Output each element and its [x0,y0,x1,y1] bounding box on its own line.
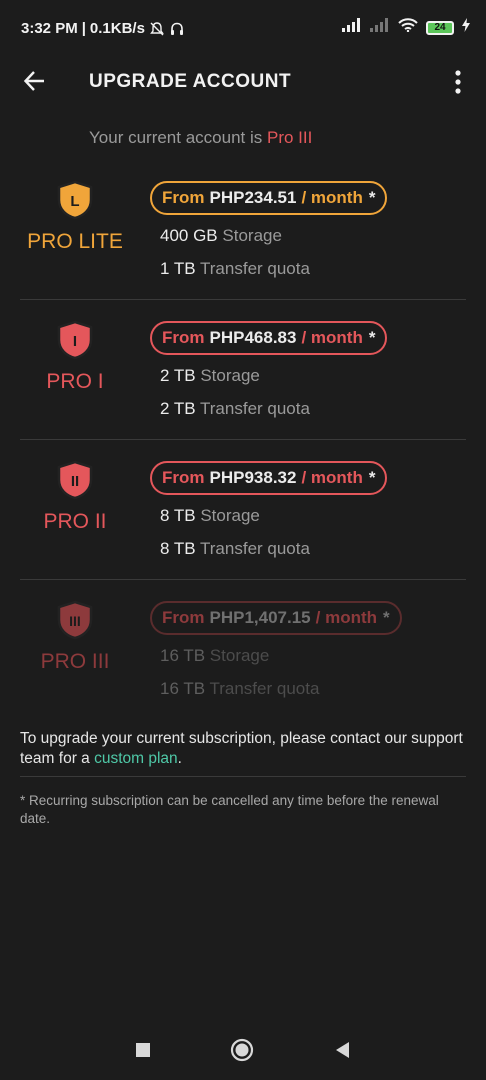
more-options-button[interactable] [450,68,466,96]
transfer-label: Transfer quota [200,259,310,278]
recents-button[interactable] [131,1038,155,1062]
badge-letter: L [70,193,79,210]
price-button: From PHP1,407.15 / month * [150,601,402,635]
divider [20,776,466,777]
badge-letter: II [71,473,79,490]
battery-icon: 24 [426,20,454,35]
pro-i-shield-icon: I [57,320,93,360]
transfer-label: Transfer quota [200,539,310,558]
signal-icon-2 [370,18,390,37]
price-amount: PHP938.32 [209,468,297,487]
price-period: / month [301,468,363,487]
recents-square-icon [136,1043,150,1057]
price-prefix: From [162,188,205,207]
price-button[interactable]: From PHP938.32 / month * [150,461,388,495]
plan-row-pro-ii[interactable]: II PRO II From PHP938.32 / month * 8 TB … [20,440,466,580]
current-account-plan: Pro III [266,128,313,147]
plan-name: PRO II [43,510,107,533]
arrow-left-icon [23,71,44,91]
page-title: UPGRADE ACCOUNT [89,71,292,92]
upgrade-note-suffix: . [177,750,182,767]
plan-row-pro-i[interactable]: I PRO I From PHP468.83 / month * 2 TB St… [20,300,466,440]
storage-feature: 400 GB Storage [160,226,282,246]
plan-name: PRO I [46,370,104,393]
price-asterisk: * [383,608,390,627]
storage-value: 2 TB [160,366,196,385]
plan-badge: III PRO III [20,600,130,674]
price-amount: PHP1,407.15 [209,608,311,627]
transfer-value: 2 TB [160,399,196,418]
network-speed: 0.1KB/s [89,20,145,37]
status-left: 3:32 PM | 0.1KB/s [21,20,185,37]
badge-letter: III [69,613,81,629]
status-bar: 3:32 PM | 0.1KB/s 24 [0,0,486,58]
upgrade-note-text: To upgrade your current subscription, pl… [20,730,463,767]
storage-feature: 2 TB Storage [160,366,260,386]
price-amount: PHP468.83 [209,328,297,347]
transfer-feature: 2 TB Transfer quota [160,399,310,419]
plan-row-pro-iii: III PRO III From PHP1,407.15 / month * 1… [20,580,466,720]
transfer-value: 16 TB [160,679,206,698]
custom-plan-link[interactable]: custom plan [94,750,178,767]
price-asterisk: * [368,468,376,487]
status-right: 24 [342,18,470,37]
plan-name: PRO III [40,650,110,673]
current-account-text: Your current account is Pro III [89,128,312,148]
price-period: / month [301,328,363,347]
home-circle-icon [230,1038,254,1062]
signal-icon [342,18,362,37]
back-triangle-icon [336,1042,349,1058]
headset-icon [169,21,185,37]
home-button[interactable] [230,1038,254,1062]
charging-icon [462,18,470,37]
storage-feature: 8 TB Storage [160,506,260,526]
storage-value: 8 TB [160,506,196,525]
transfer-label: Transfer quota [209,679,320,698]
price-prefix: From [162,608,205,627]
plan-row-pro-lite[interactable]: L PRO LITE From PHP234.51 / month * 400 … [20,160,466,300]
bell-off-icon [149,21,165,37]
plan-badge: I PRO I [20,320,130,394]
price-period: / month [301,188,363,207]
price-period: / month [315,608,378,627]
price-button[interactable]: From PHP234.51 / month * [150,181,388,215]
price-button[interactable]: From PHP468.83 / month * [150,321,388,355]
wifi-icon [398,18,418,37]
storage-label: Storage [200,506,260,525]
more-vertical-icon [455,70,461,94]
transfer-value: 8 TB [160,539,196,558]
status-time: 3:32 PM [21,20,78,37]
storage-label: Storage [209,646,270,665]
app-bar: UPGRADE ACCOUNT [0,58,486,106]
price-prefix: From [162,468,205,487]
transfer-value: 1 TB [160,259,196,278]
price-asterisk: * [368,328,376,347]
status-separator: | [81,20,86,37]
storage-label: Storage [222,226,282,245]
transfer-feature: 8 TB Transfer quota [160,539,310,559]
system-nav-bar [0,1020,486,1080]
plan-name: PRO LITE [27,230,123,253]
plan-badge: L PRO LITE [20,180,130,254]
nav-back-button[interactable] [331,1038,355,1062]
pro-lite-shield-icon: L [57,180,93,220]
pro-iii-shield-icon: III [57,600,93,640]
transfer-label: Transfer quota [200,399,310,418]
footnote: * Recurring subscription can be cancelle… [20,793,439,826]
price-prefix: From [162,328,205,347]
upgrade-note: To upgrade your current subscription, pl… [20,729,466,769]
back-button[interactable] [22,68,48,94]
transfer-feature: 16 TB Transfer quota [160,679,319,699]
storage-value: 16 TB [160,646,206,665]
transfer-feature: 1 TB Transfer quota [160,259,310,279]
pro-ii-shield-icon: II [57,460,93,500]
price-amount: PHP234.51 [209,188,297,207]
storage-value: 400 GB [160,226,218,245]
plan-badge: II PRO II [20,460,130,534]
storage-label: Storage [200,366,260,385]
current-account-prefix: Your current account is [89,128,263,147]
storage-feature: 16 TB Storage [160,646,269,666]
price-asterisk: * [368,188,376,207]
badge-letter: I [73,333,77,350]
